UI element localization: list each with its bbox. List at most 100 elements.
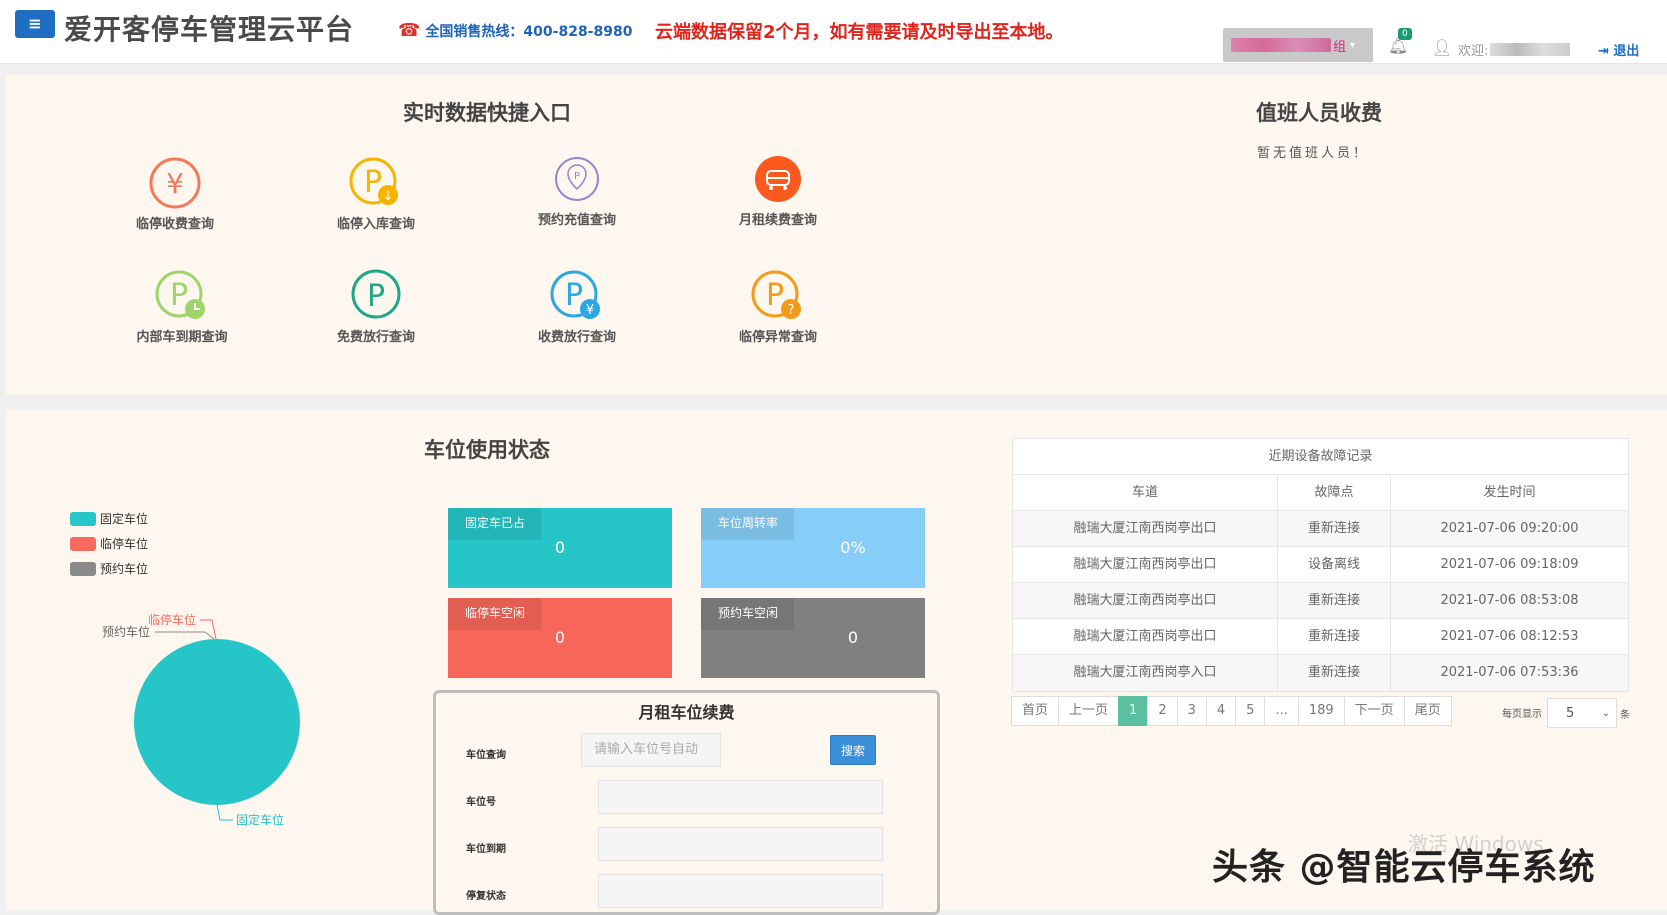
space-number-label: 车位号	[466, 797, 496, 808]
table-row: 融瑞大厦江南西岗亭出口 设备离线 2021-07-06 09:18:09	[1013, 547, 1628, 583]
parking-down-icon: P ↓	[349, 157, 398, 205]
duty-empty-message: 暂无值班人员！	[1257, 146, 1370, 161]
quick-free-release[interactable]: P 免费放行查询	[301, 268, 451, 345]
page-4[interactable]: 4	[1205, 696, 1237, 726]
quick-monthly-renew[interactable]: 月租续费查询	[703, 155, 853, 228]
stop-status-field[interactable]	[598, 874, 883, 908]
col-lane: 车道	[1013, 475, 1278, 510]
per-page-select[interactable]: 5 ⌄	[1547, 698, 1617, 728]
sales-hotline: ☎ 全国销售热线：400-828-8980	[398, 20, 632, 41]
search-label: 车位查询	[466, 750, 506, 761]
pagination: 首页 上一页 1 2 3 4 5 ... 189 下一页 尾页	[1011, 696, 1452, 726]
page-prev[interactable]: 上一页	[1058, 696, 1120, 726]
quick-paid-release[interactable]: P ¥ 收费放行查询	[502, 268, 652, 345]
tile-value: 0	[554, 628, 566, 647]
table-header: 车道 故障点 发生时间	[1013, 475, 1628, 511]
monthly-renew-form: 月租车位续费 车位查询 请输入车位号自动 搜索 车位号 车位到期 停复状态	[433, 690, 940, 915]
space-status-title: 车位使用状态	[424, 438, 550, 462]
source-watermark: 头条 @智能云停车系统	[1212, 847, 1596, 888]
legend-item[interactable]: 预约车位	[70, 560, 148, 577]
svg-text:¥: ¥	[586, 303, 594, 318]
legend-item[interactable]: 固定车位	[70, 510, 148, 527]
top-header: ≡ 爱开客停车管理云平台 ☎ 全国销售热线：400-828-8980 云端数据保…	[0, 0, 1667, 64]
caret-down-icon: ▾	[1350, 39, 1356, 51]
space-expire-field[interactable]	[598, 827, 883, 861]
logout-button[interactable]: ⇥ 退出	[1598, 40, 1639, 59]
page-2[interactable]: 2	[1147, 696, 1178, 726]
data-retention-notice: 云端数据保留2个月，如有需要请及时导出至本地。	[655, 22, 1064, 43]
page-189[interactable]: 189	[1297, 696, 1345, 726]
page-5[interactable]: 5	[1235, 696, 1266, 726]
car-circle-icon	[755, 156, 801, 202]
quick-temp-entry[interactable]: P ↓ 临停入库查询	[301, 155, 451, 232]
quick-entry-panel	[6, 75, 1667, 395]
tile-reserve-free: 预约车空闲 0	[701, 598, 925, 678]
per-page-label: 每页显示	[1502, 709, 1542, 720]
app-title: 爱开客停车管理云平台	[64, 13, 355, 46]
quick-internal-expire[interactable]: P 内部车到期查询	[107, 268, 257, 345]
quick-label: 月租续费查询	[738, 213, 817, 228]
chevron-down-icon: ⌄	[1601, 708, 1610, 719]
quick-label: 临停收费查询	[135, 217, 214, 232]
tile-label: 预约车空闲	[701, 598, 794, 630]
user-icon: 👤︎	[1432, 38, 1453, 57]
tile-value: 0	[554, 538, 566, 557]
per-page-unit: 条	[1620, 710, 1630, 721]
tile-fixed-occupied: 固定车已占 0	[448, 508, 672, 588]
page-first[interactable]: 首页	[1011, 696, 1060, 726]
duty-charge-title: 值班人员收费	[1256, 101, 1382, 125]
sign-out-icon: ⇥	[1598, 44, 1614, 59]
stop-status-label: 停复状态	[466, 891, 506, 902]
page-3[interactable]: 3	[1176, 696, 1207, 726]
fault-record-table: 近期设备故障记录 车道 故障点 发生时间 融瑞大厦江南西岗亭出口 重新连接 2021…	[1012, 438, 1629, 692]
tile-value: 0%	[840, 538, 866, 557]
blurred-group-name	[1231, 38, 1331, 52]
parking-clock-icon: P	[155, 270, 205, 319]
svg-text:P: P	[367, 279, 385, 314]
page-last[interactable]: 尾页	[1403, 696, 1452, 726]
col-time: 发生时间	[1483, 485, 1536, 500]
space-search-input[interactable]: 请输入车位号自动	[581, 733, 721, 767]
quick-label: 内部车到期查询	[136, 330, 228, 345]
quick-label: 临停异常查询	[738, 330, 817, 345]
quick-reserve-recharge[interactable]: P 预约充值查询	[502, 155, 652, 228]
pie-label-temp: 临停车位	[148, 612, 196, 627]
parking-question-icon: P ?	[751, 270, 801, 319]
tile-temp-free: 临停车空闲 0	[448, 598, 672, 678]
hotline-text: 全国销售热线：400-828-8980	[425, 23, 633, 40]
quick-label: 收费放行查询	[537, 330, 616, 345]
page-1[interactable]: 1	[1118, 696, 1149, 726]
group-selector[interactable]: 组 ▾	[1223, 28, 1373, 62]
pie-legend: 固定车位 临停车位 预约车位	[70, 510, 148, 585]
per-page-value: 5	[1566, 706, 1575, 721]
space-number-field[interactable]	[598, 780, 883, 814]
quick-label: 预约充值查询	[537, 213, 616, 228]
page-next[interactable]: 下一页	[1343, 696, 1405, 726]
renew-title: 月租车位续费	[638, 703, 735, 722]
table-body: 融瑞大厦江南西岗亭出口 重新连接 2021-07-06 09:20:00 融瑞大厦江…	[1013, 511, 1628, 691]
pie-label-fixed: 固定车位	[236, 812, 284, 827]
col-fault: 故障点	[1278, 475, 1391, 510]
parking-pin-icon: P	[555, 157, 599, 201]
quick-label: 临停入库查询	[336, 217, 415, 232]
quick-label: 免费放行查询	[336, 330, 415, 345]
svg-text:?: ?	[788, 303, 795, 318]
table-row: 融瑞大厦江南西岗亭出口 重新连接 2021-07-06 08:12:53	[1013, 619, 1628, 655]
yen-circle-icon: ¥	[149, 157, 201, 209]
parking-yen-icon: P ¥	[550, 270, 600, 319]
menu-toggle-button[interactable]: ≡	[15, 10, 55, 38]
pie-label-reserve: 预约车位	[102, 624, 150, 639]
phone-icon: ☎	[398, 20, 421, 41]
fault-caption: 近期设备故障记录	[1013, 439, 1628, 475]
group-suffix: 组	[1333, 39, 1347, 55]
notification-badge: 0	[1398, 28, 1412, 40]
parking-circle-icon: P	[351, 269, 401, 319]
svg-text:¥: ¥	[166, 167, 184, 200]
legend-item[interactable]: 临停车位	[70, 535, 148, 552]
welcome-text: 欢迎:	[1458, 40, 1571, 59]
quick-temp-abnormal[interactable]: P ? 临停异常查询	[703, 268, 853, 345]
tile-value: 0	[847, 628, 859, 647]
search-button[interactable]: 搜索	[830, 735, 876, 765]
quick-temp-fee[interactable]: ¥ 临停收费查询	[100, 155, 250, 232]
space-pie-chart: 临停车位 预约车位 固定车位	[102, 612, 300, 827]
